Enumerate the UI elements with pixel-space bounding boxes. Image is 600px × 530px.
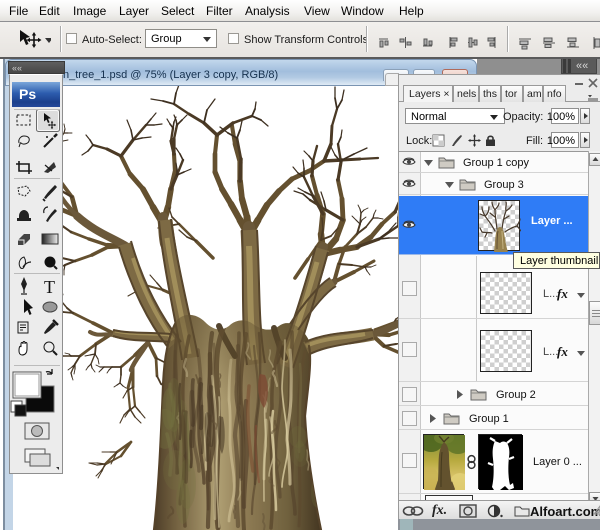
svg-text:T: T (44, 277, 55, 297)
